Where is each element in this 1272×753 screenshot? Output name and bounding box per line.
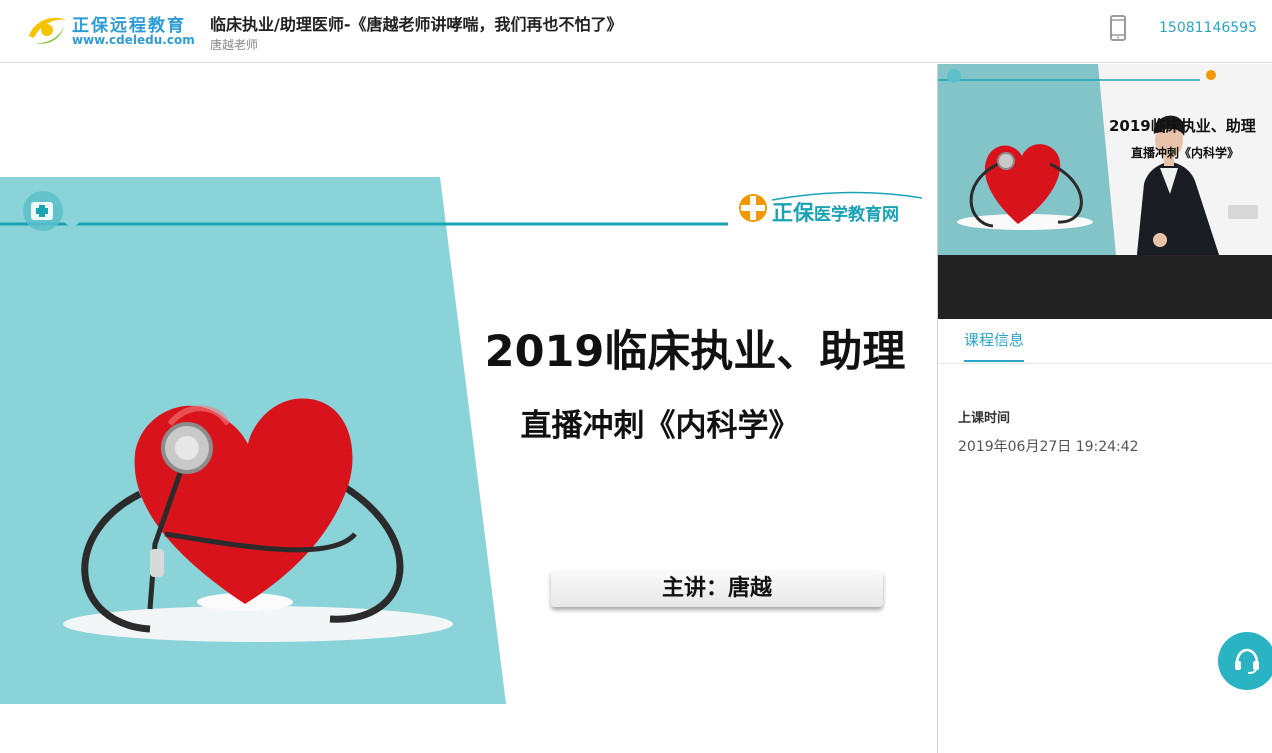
logo-mark-icon [29,17,66,44]
class-time-value: 2019年06月27日 19:24:42 [958,439,1139,455]
headset-icon [1235,648,1259,674]
logo-url-text: www.cdeledu.com [72,33,195,47]
teacher-video[interactable]: 2019临床执业、助理 直播冲刺《内科学》 [938,64,1272,319]
brand-name-main: 正保 [772,201,814,225]
class-time-label: 上课时间 [958,411,1011,426]
presenter-label: 主讲：唐越 [551,570,883,607]
customer-service-button[interactable] [1218,632,1272,690]
course-title: 临床执业/助理医师-《唐越老师讲哮喘，我们再也不怕了》 [210,15,623,34]
slide-subtitle: 直播冲刺《内科学》 [520,408,800,444]
tab-course-info[interactable]: 课程信息 [964,329,1025,362]
video-frame [938,64,1272,319]
hotline-number[interactable]: 15081146595 [1159,20,1257,36]
slide-title: 2019临床执业、助理 [484,327,906,377]
video-slide-subtitle: 直播冲刺《内科学》 [1131,146,1240,160]
site-logo[interactable]: 正保远程教育 www.cdeledu.com [26,10,196,52]
brand-name-sub: 医学教育网 [814,205,899,225]
phone-icon [1110,15,1126,41]
course-teacher: 唐越老师 [210,38,259,52]
top-header: 正保远程教育 www.cdeledu.com 临床执业/助理医师-《唐越老师讲哮… [0,0,1272,63]
lecture-slide: 正保医学教育网 2019临床执业、助理 直播冲刺《内科学》 主讲：唐越 [0,64,937,753]
info-tabs: 课程信息 [938,320,1272,364]
brand-name: 正保医学教育网 [772,197,899,227]
video-slide-title: 2019临床执业、助理 [1109,117,1256,135]
